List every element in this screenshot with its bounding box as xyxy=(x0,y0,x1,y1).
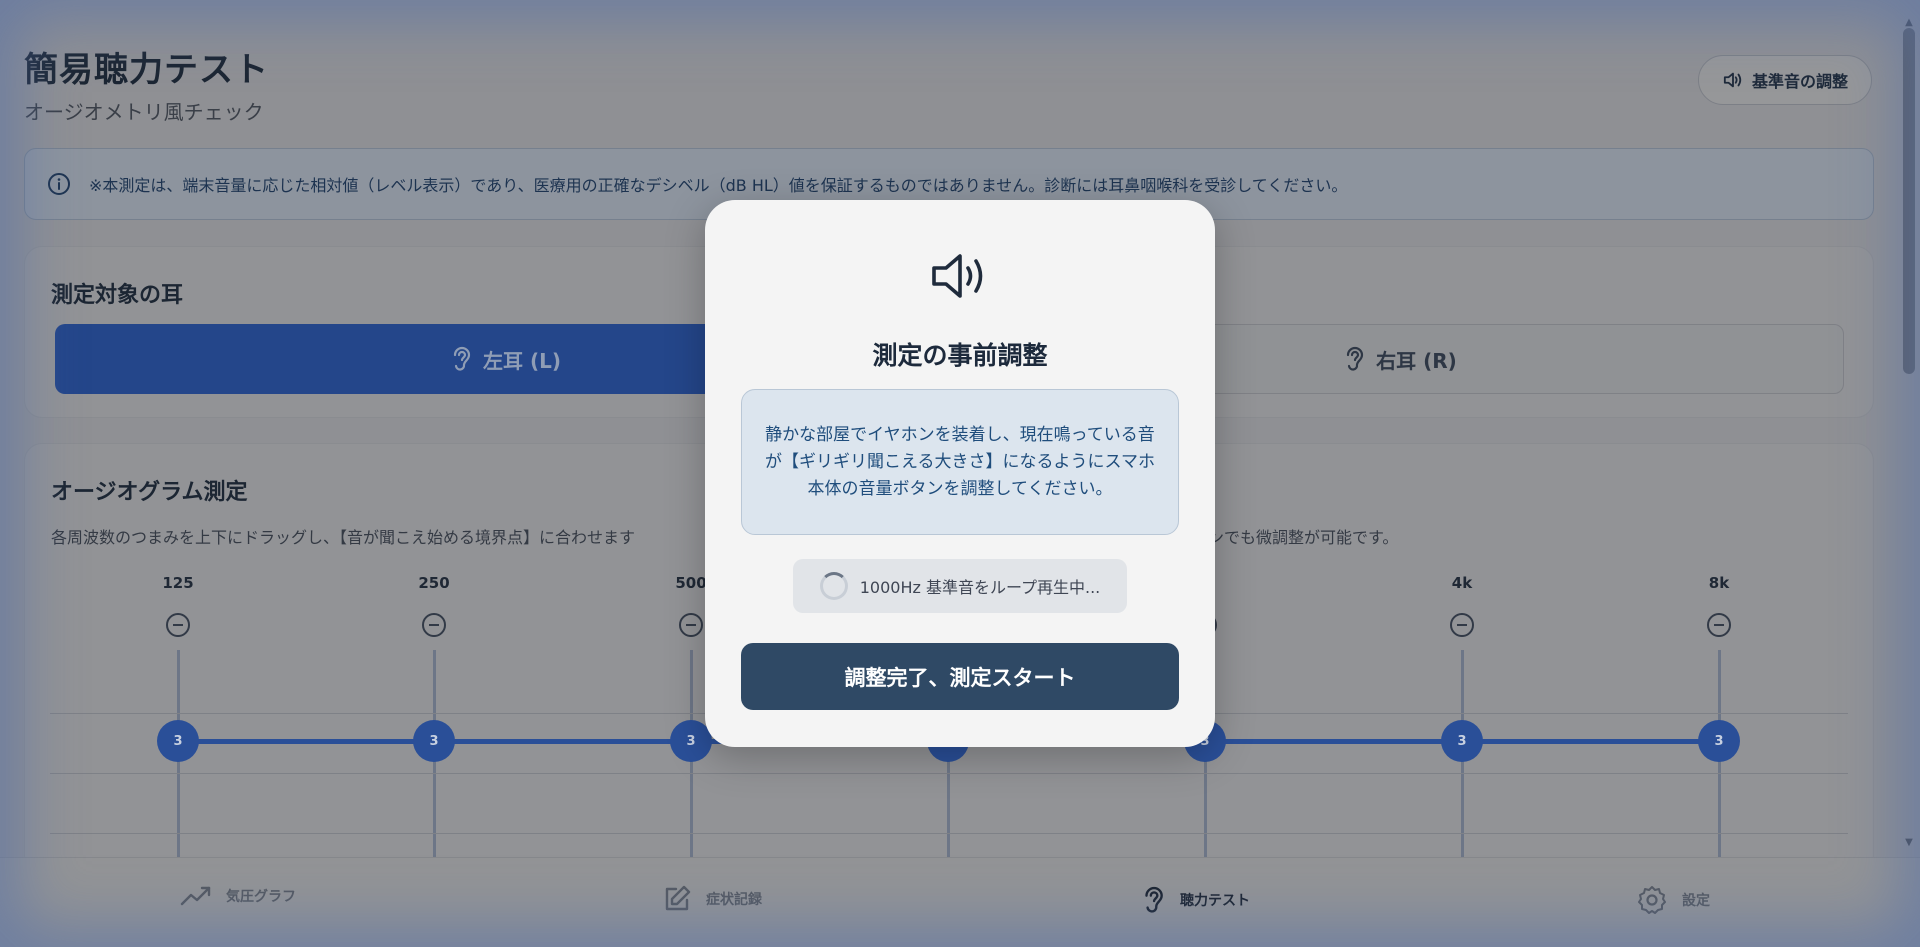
info-icon xyxy=(48,173,70,195)
scrollbar-thumb[interactable] xyxy=(1903,28,1915,374)
threshold-knob[interactable]: 3 xyxy=(1698,720,1740,762)
audiogram-description: 各周波数のつまみを上下にドラッグし、【音が聞こえ始める境界点】に合わせます xyxy=(51,528,636,547)
calibrate-button[interactable]: 基準音の調整 xyxy=(1698,55,1872,105)
frequency-label: 500 xyxy=(675,574,707,592)
decrease-level-button[interactable] xyxy=(422,613,446,637)
start-test-button[interactable]: 調整完了、測定スタート xyxy=(741,643,1179,710)
gear-icon xyxy=(1638,886,1666,914)
loop-status: 1000Hz 基準音をループ再生中... xyxy=(793,559,1127,613)
decrease-level-button[interactable] xyxy=(166,613,190,637)
nav-item-symptoms[interactable]: 症状記録 xyxy=(662,884,762,914)
nav-item-pressure[interactable]: 気圧グラフ xyxy=(180,884,296,908)
frequency-label: 250 xyxy=(418,574,450,592)
nav-item-hearing[interactable]: 聴力テスト xyxy=(1140,884,1250,916)
nav-label: 気圧グラフ xyxy=(226,889,296,905)
nav-label: 聴力テスト xyxy=(1180,893,1250,909)
decrease-level-button[interactable] xyxy=(1707,613,1731,637)
modal-title: 測定の事前調整 xyxy=(872,341,1048,370)
trend-icon xyxy=(180,886,211,906)
page-subtitle: オージオメトリ風チェック xyxy=(24,100,264,124)
nav-item-settings[interactable]: 設定 xyxy=(1636,884,1710,916)
decrease-level-button[interactable] xyxy=(1450,613,1474,637)
decrease-level-button[interactable] xyxy=(679,613,703,637)
grid-line xyxy=(50,833,1848,834)
spinner-icon xyxy=(819,572,848,600)
frequency-label: 4k xyxy=(1451,574,1473,592)
nav-label: 症状記録 xyxy=(706,892,762,908)
scroll-up-arrow[interactable]: ▲ xyxy=(1903,18,1915,28)
threshold-knob[interactable]: 3 xyxy=(157,720,199,762)
threshold-knob[interactable]: 3 xyxy=(413,720,455,762)
calibration-modal: 測定の事前調整 静かな部屋でイヤホンを装着し、現在鳴っている音が【ギリギリ聞こえ… xyxy=(705,200,1215,747)
scroll-down-arrow[interactable]: ▼ xyxy=(1903,838,1915,848)
audiogram-description-tail: ンでも微調整が可能です。 xyxy=(1208,528,1399,547)
ear-icon xyxy=(1347,346,1364,371)
speaker-icon xyxy=(1723,72,1742,88)
bottom-nav: 気圧グラフ 症状記録 聴力テスト 設定 xyxy=(0,857,1920,947)
speaker-icon xyxy=(932,254,983,298)
modal-instructions: 静かな部屋でイヤホンを装着し、現在鳴っている音が【ギリギリ聞こえる大きさ】になる… xyxy=(741,389,1179,535)
threshold-knob[interactable]: 3 xyxy=(1441,720,1483,762)
ear-card-title: 測定対象の耳 xyxy=(51,283,184,308)
page-title: 簡易聴力テスト xyxy=(24,50,269,90)
frequency-label: 8k xyxy=(1708,574,1730,592)
nav-label: 設定 xyxy=(1682,893,1710,909)
edit-icon xyxy=(665,885,691,911)
ear-icon xyxy=(453,346,471,371)
notice-text: ※本測定は、端末音量に応じた相対値（レベル表示）であり、医療用の正確なデシベル（… xyxy=(89,176,1348,195)
right-ear-label: 右耳 (R) xyxy=(1376,348,1457,373)
frequency-label: 125 xyxy=(162,574,194,592)
left-ear-label: 左耳 (L) xyxy=(483,348,561,373)
audiogram-title: オージオグラム測定 xyxy=(51,480,248,505)
grid-line xyxy=(50,773,1848,774)
loop-status-text: 1000Hz 基準音をループ再生中... xyxy=(859,578,1101,597)
calibrate-label: 基準音の調整 xyxy=(1751,72,1848,91)
app-page: 簡易聴力テスト オージオメトリ風チェック 基準音の調整 ※本測定は、端末音量に応… xyxy=(0,0,1920,947)
ear-icon xyxy=(1145,886,1163,913)
